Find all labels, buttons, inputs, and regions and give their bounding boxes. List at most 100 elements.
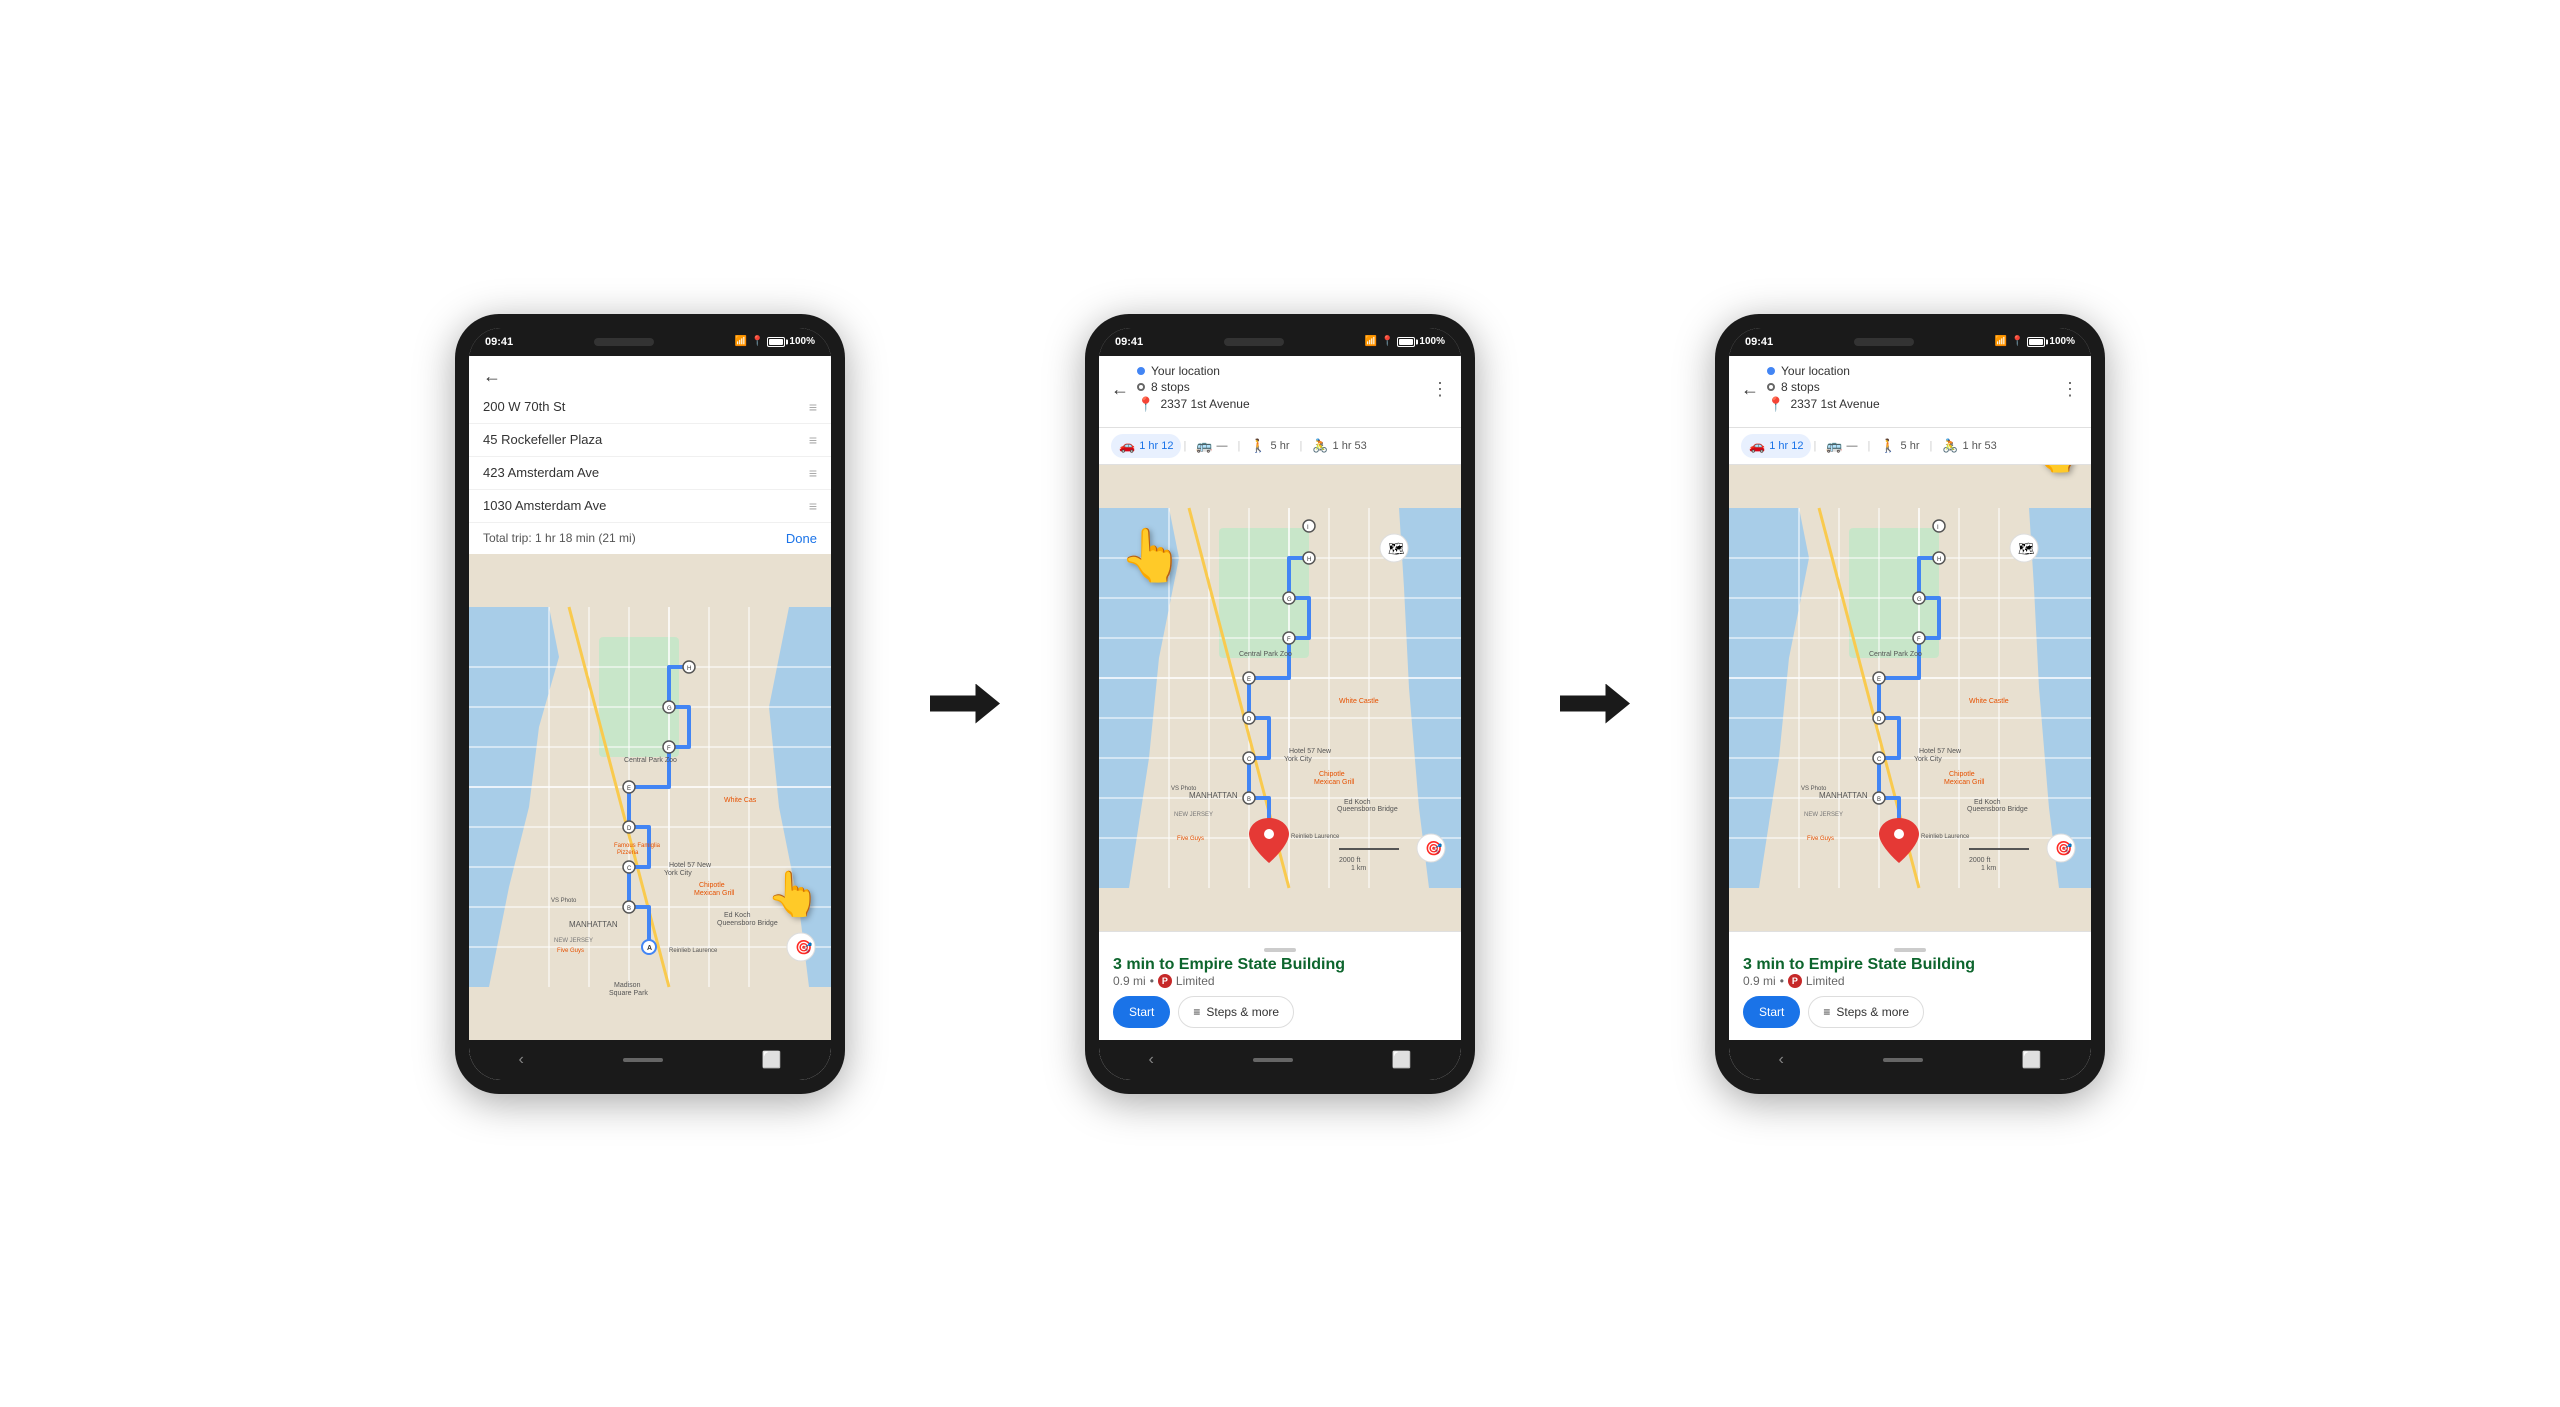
svg-text:Square Park: Square Park [609, 990, 648, 997]
tab-bus-3[interactable]: 🚌 — [1818, 434, 1865, 458]
transport-tabs-2: 🚗 1 hr 12 | 🚌 — | 🚶 5 hr | 🚴 1 hr 53 [1099, 428, 1461, 465]
back-nav-2[interactable]: ‹ [1148, 1051, 1153, 1069]
svg-text:Queensboro Bridge: Queensboro Bridge [1337, 806, 1398, 813]
svg-text:D: D [1247, 717, 1252, 723]
square-nav-1[interactable]: ⬜ [762, 1050, 782, 1070]
svg-text:Hotel 57 New: Hotel 57 New [669, 862, 712, 869]
svg-text:VS Photo: VS Photo [1801, 786, 1827, 792]
route-stops-2: 8 stops [1137, 380, 1431, 394]
back-button-2[interactable]: ← [1111, 379, 1129, 400]
blue-dot-3 [1767, 367, 1775, 375]
svg-text:E: E [1247, 677, 1251, 683]
route-header-top-3: ← Your location 8 stops 📍 2337 1st Av [1741, 364, 2079, 415]
stops-list: 200 W 70th St ≡ 45 Rockefeller Plaza ≡ 4… [469, 391, 831, 523]
status-right-2: 📶 📍 100% [1365, 336, 1445, 347]
bottom-sheet-3: 3 min to Empire State Building 0.9 mi • … [1729, 931, 2091, 1040]
back-nav-1[interactable]: ‹ [518, 1051, 523, 1069]
svg-text:Chipotle: Chipotle [1319, 771, 1345, 778]
map-area-1: A B C D E F G H MANHATTAN [469, 554, 831, 1040]
tab-bike-3[interactable]: 🚴 1 hr 53 [1934, 434, 2004, 458]
square-nav-3[interactable]: ⬜ [2022, 1050, 2042, 1070]
home-indicator-3[interactable] [1883, 1058, 1923, 1062]
stop-address-3: 423 Amsterdam Ave [483, 465, 801, 480]
notch-2 [1224, 338, 1284, 346]
start-button-3[interactable]: Start [1743, 996, 1800, 1028]
tab-sep-3: | [1300, 440, 1303, 452]
done-button[interactable]: Done [786, 531, 817, 546]
svg-text:Famous Famiglia: Famous Famiglia [614, 843, 661, 849]
status-bar-1: 09:41 📶 📍 100% [469, 328, 831, 356]
arrow-shape-2 [1560, 684, 1630, 724]
dot-sep-2: • [1150, 974, 1154, 988]
to-label-2: 2337 1st Avenue [1160, 397, 1249, 411]
svg-text:Five Guys: Five Guys [1177, 836, 1204, 842]
svg-text:White Cas: White Cas [724, 797, 757, 804]
tab-bus-2[interactable]: 🚌 — [1188, 434, 1235, 458]
svg-text:Five Guys: Five Guys [557, 948, 584, 954]
back-button-3[interactable]: ← [1741, 379, 1759, 400]
svg-text:G: G [667, 706, 672, 712]
battery-2 [1397, 337, 1415, 347]
drag-handle-4[interactable]: ≡ [809, 498, 817, 514]
route-to-3: 📍 2337 1st Avenue [1767, 396, 2061, 413]
svg-text:H: H [687, 666, 691, 672]
stops-label-2: 8 stops [1151, 380, 1190, 394]
steps-more-button-3[interactable]: ≡ Steps & more [1808, 996, 1924, 1028]
svg-text:E: E [627, 786, 631, 792]
start-button-2[interactable]: Start [1113, 996, 1170, 1028]
bus-dash-3: — [1846, 440, 1857, 452]
route-header-3: ← Your location 8 stops 📍 2337 1st Av [1729, 356, 2091, 428]
svg-text:B: B [627, 906, 631, 912]
bike-time-3: 1 hr 53 [1963, 440, 1997, 452]
svg-text:NEW JERSEY: NEW JERSEY [1174, 812, 1213, 818]
phone-bottom-3: ‹ ⬜ [1729, 1040, 2091, 1080]
svg-text:York City: York City [1914, 756, 1942, 763]
route-from-2: Your location [1137, 364, 1431, 378]
svg-text:F: F [667, 746, 671, 752]
square-nav-2[interactable]: ⬜ [1392, 1050, 1412, 1070]
red-pin-2: 📍 [1137, 396, 1154, 413]
home-indicator-1[interactable] [623, 1058, 663, 1062]
blue-dot-2 [1137, 367, 1145, 375]
tab-sep-5: | [1867, 440, 1870, 452]
walk-icon-3: 🚶 [1880, 438, 1896, 454]
transport-tabs-3: 🚗 1 hr 12 | 🚌 — | 🚶 5 hr | 🚴 1 hr 53 [1729, 428, 2091, 465]
tab-bike-2[interactable]: 🚴 1 hr 53 [1304, 434, 1374, 458]
white-dot-2 [1137, 383, 1145, 391]
svg-text:🗺: 🗺 [2018, 541, 2035, 556]
svg-text:Five Guys: Five Guys [1807, 836, 1834, 842]
home-indicator-2[interactable] [1253, 1058, 1293, 1062]
drag-handle-3[interactable]: ≡ [809, 465, 817, 481]
svg-text:Central Park Zoo: Central Park Zoo [624, 757, 677, 764]
drag-handle-1[interactable]: ≡ [809, 399, 817, 415]
phone-1: 09:41 📶 📍 100% ← 200 W 70th St ≡ [455, 314, 845, 1094]
more-options-3[interactable]: ⋮ [2061, 379, 2079, 400]
svg-text:Ed Koch: Ed Koch [1344, 799, 1371, 806]
tab-walk-2[interactable]: 🚶 5 hr [1242, 434, 1297, 458]
status-bar-3: 09:41 📶 📍 100% [1729, 328, 2091, 356]
battery-1 [767, 337, 785, 347]
back-button-1[interactable]: ← [483, 366, 501, 387]
tab-walk-3[interactable]: 🚶 5 hr [1872, 434, 1927, 458]
svg-text:2000 ft: 2000 ft [1339, 857, 1360, 864]
location-icon-1: 📍 [751, 336, 763, 347]
svg-text:🗺: 🗺 [1388, 541, 1405, 556]
svg-text:Queensboro Bridge: Queensboro Bridge [717, 920, 778, 927]
dest-detail-2: 0.9 mi • P Limited [1113, 974, 1447, 988]
drag-handle-2[interactable]: ≡ [809, 432, 817, 448]
steps-button-2[interactable]: ≡ Steps & more [1178, 996, 1294, 1028]
phone-bottom-1: ‹ ⬜ [469, 1040, 831, 1080]
bus-icon-2: 🚌 [1196, 438, 1212, 454]
svg-text:NEW JERSEY: NEW JERSEY [1804, 812, 1843, 818]
bottom-sheet-2: 3 min to Empire State Building 0.9 mi • … [1099, 931, 1461, 1040]
more-options-2[interactable]: ⋮ [1431, 379, 1449, 400]
red-pin-3: 📍 [1767, 396, 1784, 413]
back-nav-3[interactable]: ‹ [1778, 1051, 1783, 1069]
svg-text:B: B [1877, 797, 1881, 803]
svg-text:Reinlieb Laurence: Reinlieb Laurence [1921, 834, 1970, 840]
screen-content-3: ← Your location 8 stops 📍 2337 1st Av [1729, 356, 2091, 1040]
svg-text:D: D [1877, 717, 1882, 723]
tab-car-3[interactable]: 🚗 1 hr 12 [1741, 434, 1811, 458]
svg-text:C: C [627, 866, 632, 872]
tab-car-2[interactable]: 🚗 1 hr 12 [1111, 434, 1181, 458]
